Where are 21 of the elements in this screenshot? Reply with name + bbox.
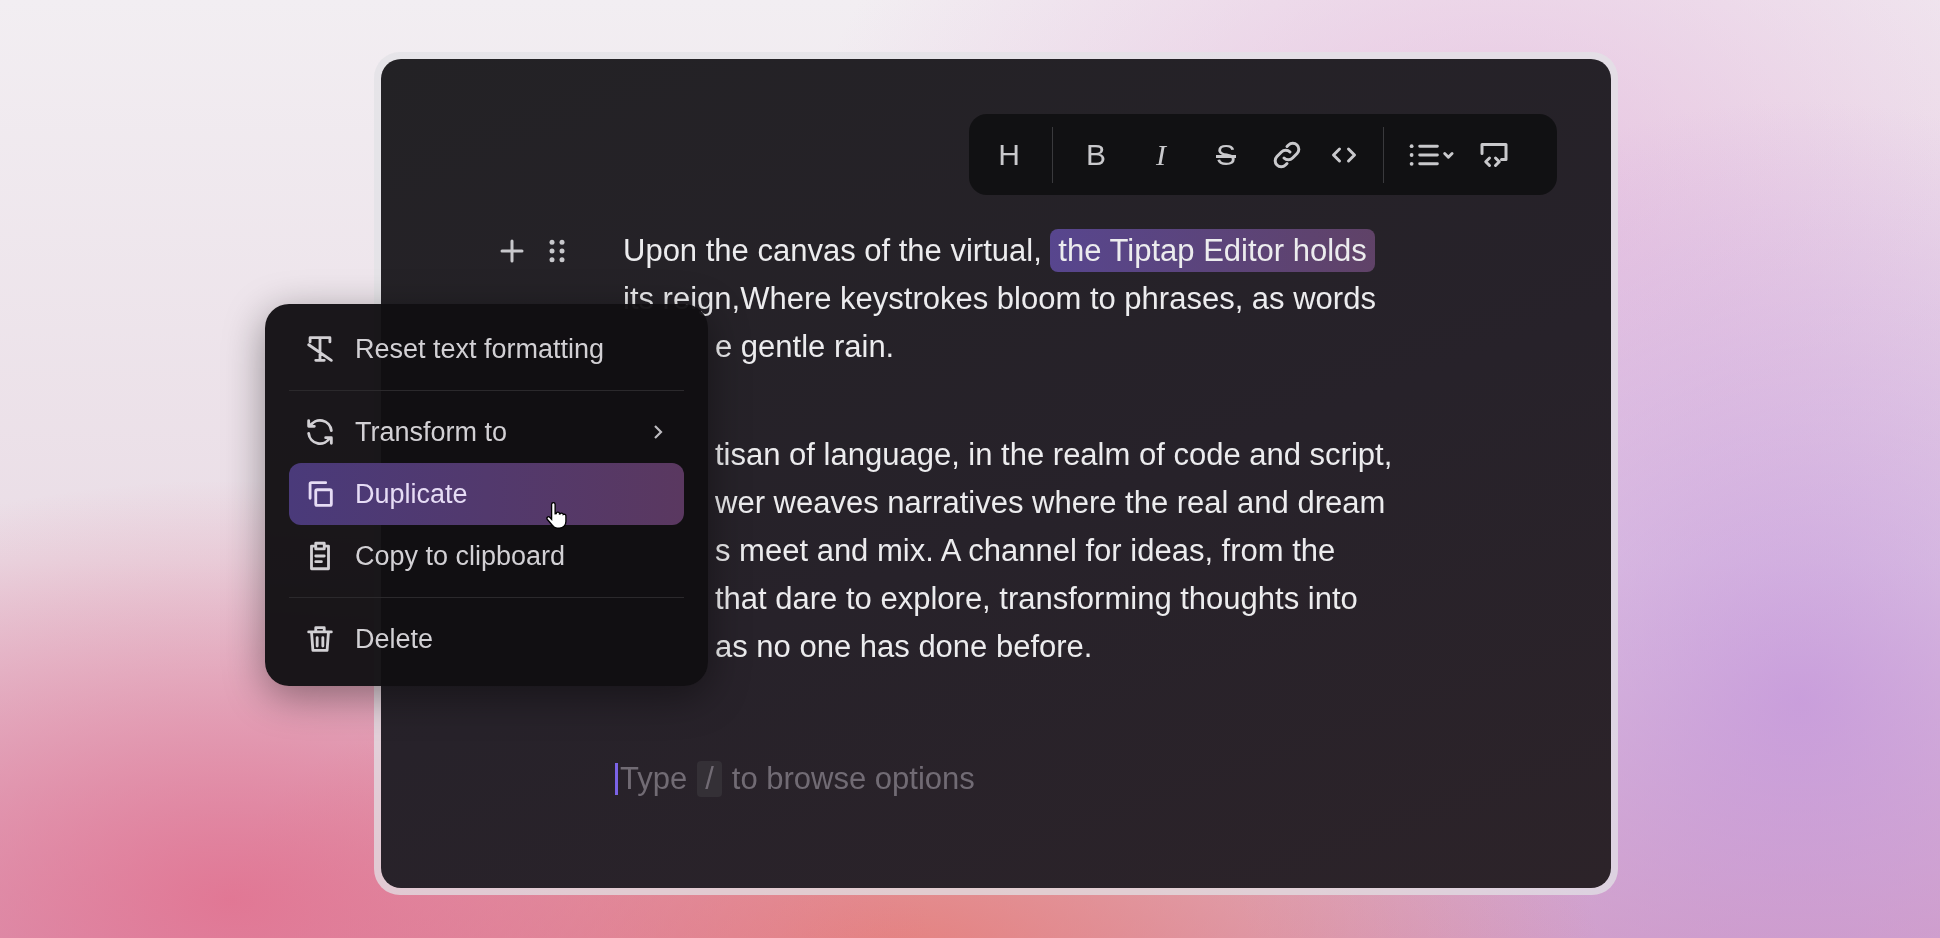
text-line: as no one has done before. [715,628,1093,666]
text-line: Upon the canvas of the virtual, the Tiptap Editor holds [623,227,1375,275]
heading-button[interactable]: H [987,132,1031,177]
menu-item[interactable]: Reset text formatting [289,318,684,380]
text-line: e gentle rain. [715,328,895,366]
strikethrough-button[interactable]: S [1204,132,1248,177]
text-line: wer weaves narratives where the real and dream [715,484,1386,522]
menu-item[interactable]: Delete [289,608,684,670]
slash-key: / [697,761,722,797]
text-cursor [615,763,618,795]
menu-item[interactable]: Copy to clipboard [289,525,684,587]
menu-item[interactable]: Transform to [289,401,684,463]
italic-button[interactable]: I [1139,132,1183,177]
text-line: tisan of language, in the realm of code and script, [715,436,1393,474]
text-line: s meet and mix. A channel for ideas, from the [715,532,1336,570]
text-line: that dare to explore, transforming thoughts into [715,580,1358,618]
text-line: its reign,Where keystrokes bloom to phrases, as words [623,280,1376,318]
bold-button[interactable]: B [1074,132,1118,177]
hand-cursor-icon [545,501,567,531]
placeholder-text: to browse options [731,761,975,797]
placeholder-text: Type [620,761,688,797]
